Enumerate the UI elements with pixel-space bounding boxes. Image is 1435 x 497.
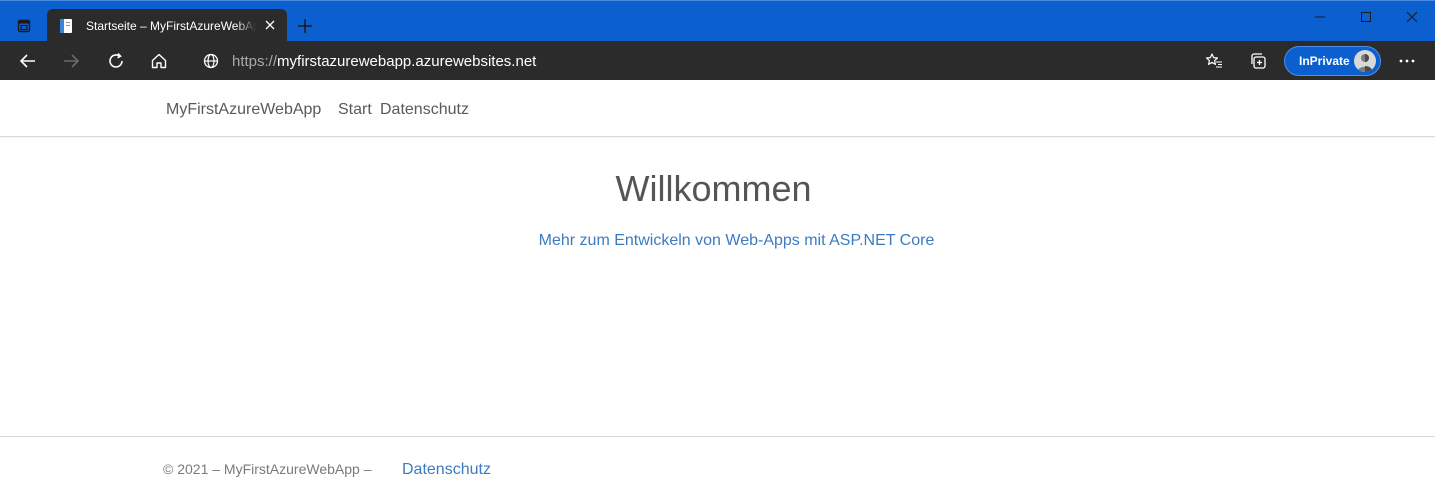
forward-arrow-icon: [64, 54, 80, 68]
browser-tab-active[interactable]: Startseite – MyFirstAzureWebApp: [47, 9, 287, 42]
close-icon: [1407, 12, 1417, 22]
site-navbar: MyFirstAzureWebApp Start Datenschutz: [0, 80, 1435, 137]
inprivate-label: InPrivate: [1299, 54, 1350, 68]
refresh-icon: [109, 52, 123, 68]
nav-link-start[interactable]: Start: [338, 101, 372, 119]
page-heading: Willkommen: [615, 168, 812, 209]
minimize-icon: [1315, 16, 1325, 18]
favorites-star-icon: [1205, 53, 1222, 68]
learn-more-link[interactable]: Mehr zum Entwickeln von Web-Apps mit ASP…: [0, 232, 1435, 250]
refresh-button[interactable]: [100, 45, 132, 77]
inprivate-button[interactable]: InPrivate: [1284, 46, 1381, 76]
document-icon: [58, 18, 74, 34]
browser-toolbar: https://myfirstazurewebapp.azurewebsites…: [0, 41, 1435, 80]
collections-button[interactable]: [1242, 45, 1274, 77]
tab-title: Startseite – MyFirstAzureWebApp: [86, 18, 256, 33]
back-arrow-icon: [19, 54, 35, 68]
navbar-brand-link[interactable]: MyFirstAzureWebApp: [166, 101, 321, 119]
footer-copyright: © 2021 – MyFirstAzureWebApp –: [163, 461, 372, 477]
url-text[interactable]: https://myfirstazurewebapp.azurewebsites…: [232, 53, 536, 70]
nav-link-datenschutz[interactable]: Datenschutz: [380, 101, 469, 119]
favorites-button[interactable]: [1198, 45, 1230, 77]
url-scheme: https://: [232, 52, 278, 70]
avatar: [1354, 50, 1376, 72]
web-page: MyFirstAzureWebApp Start Datenschutz Wil…: [0, 80, 1435, 497]
window-minimize-button[interactable]: [1297, 5, 1343, 29]
new-tab-button[interactable]: [292, 13, 318, 39]
back-button[interactable]: [12, 45, 44, 77]
window-maximize-button[interactable]: [1343, 5, 1389, 29]
collections-icon: [1251, 53, 1266, 69]
home-button[interactable]: [143, 45, 175, 77]
tab-actions-button[interactable]: [10, 12, 38, 40]
maximize-icon: [1361, 12, 1371, 22]
close-icon: [265, 20, 275, 30]
address-bar[interactable]: https://myfirstazurewebapp.azurewebsites…: [196, 45, 1196, 77]
tab-close-button[interactable]: [262, 17, 278, 33]
home-icon: [151, 53, 167, 69]
window-close-button[interactable]: [1389, 5, 1435, 29]
plus-icon: [298, 19, 312, 33]
more-dots-icon: [1399, 59, 1415, 63]
url-host: myfirstazurewebapp.azurewebsites.net: [277, 52, 537, 70]
settings-more-button[interactable]: [1391, 45, 1423, 77]
browser-titlebar: Startseite – MyFirstAzureWebApp: [0, 0, 1435, 42]
globe-icon[interactable]: [196, 53, 226, 69]
tab-actions-icon: [17, 19, 31, 33]
forward-button[interactable]: [55, 45, 87, 77]
site-footer: © 2021 – MyFirstAzureWebApp – Datenschut…: [0, 436, 1435, 497]
footer-link-datenschutz[interactable]: Datenschutz: [402, 461, 491, 479]
